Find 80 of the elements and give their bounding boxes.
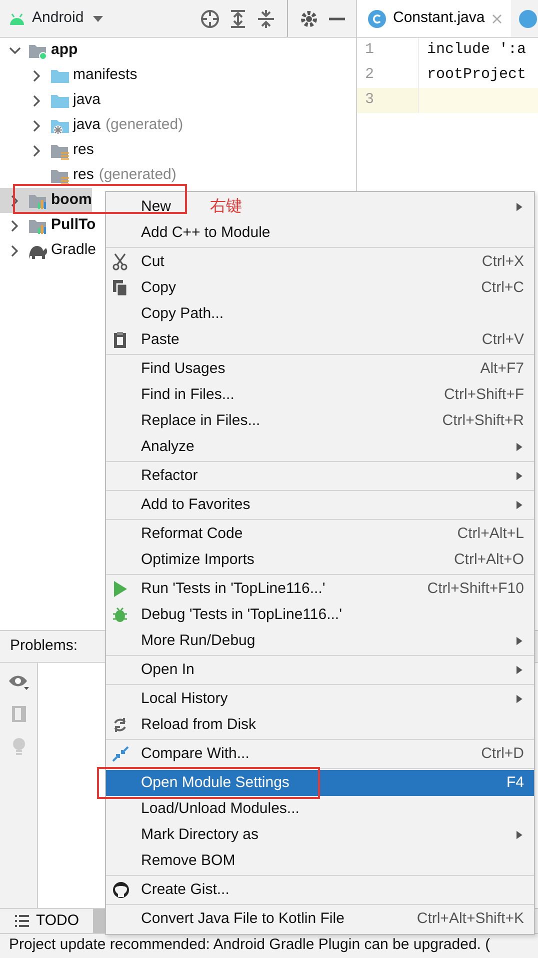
tree-row[interactable]: PullTo xyxy=(0,213,96,238)
tree-note: (generated) xyxy=(106,115,184,136)
tree-label: java xyxy=(73,90,101,110)
tree-row[interactable]: Gradle xyxy=(0,238,96,263)
shortcut-label: Ctrl+Alt+Shift+K xyxy=(416,908,524,929)
menu-item[interactable]: Copy Path... xyxy=(106,301,534,327)
shortcut-label: Ctrl+Shift+R xyxy=(442,410,524,431)
compare-arrows-icon xyxy=(112,745,130,763)
tree-note: (generated) xyxy=(98,165,176,186)
tree-label: manifests xyxy=(73,65,138,86)
menu-item[interactable]: Find in Files... Ctrl+Shift+F xyxy=(106,382,534,408)
menu-item[interactable]: Cut Ctrl+X xyxy=(106,249,534,275)
menu-item[interactable]: Local History xyxy=(106,686,534,712)
menu-item[interactable]: Replace in Files... Ctrl+Shift+R xyxy=(106,408,534,434)
bug-icon xyxy=(112,606,130,624)
scissors-icon xyxy=(112,253,130,271)
menu-item[interactable]: Refactor xyxy=(106,463,534,489)
menu-item[interactable]: Reload from Disk xyxy=(106,712,534,738)
shortcut-label: Ctrl+Alt+O xyxy=(454,550,524,570)
menu-item[interactable]: Remove BOM xyxy=(106,848,534,874)
tree-row[interactable]: java xyxy=(0,88,101,113)
list-icon xyxy=(14,914,30,928)
tree-label: PullTo xyxy=(51,215,96,236)
tree-label: java xyxy=(73,115,101,136)
shortcut-label: Ctrl+D xyxy=(481,744,524,764)
tree-row[interactable]: boom xyxy=(0,188,92,213)
view-dropdown[interactable]: Android xyxy=(32,7,104,30)
class-icon xyxy=(518,8,538,28)
shortcut-label: Ctrl+C xyxy=(481,278,524,298)
menu-item[interactable]: Load/Unload Modules... xyxy=(106,796,534,822)
menu-item[interactable]: Find Usages Alt+F7 xyxy=(106,356,534,382)
collapse-all-icon[interactable] xyxy=(255,8,277,30)
annotation-text: 右键 xyxy=(210,197,242,217)
shortcut-label: Ctrl+Alt+L xyxy=(457,524,524,544)
class-icon xyxy=(367,8,387,28)
menu-item[interactable]: Open In xyxy=(106,657,534,683)
code-line: include ':a xyxy=(426,40,526,60)
line-number: 3 xyxy=(357,88,419,113)
line-number: 1 xyxy=(357,38,419,63)
shortcut-label: Ctrl+V xyxy=(482,330,524,350)
shortcut-label: Ctrl+Shift+F10 xyxy=(427,578,524,599)
menu-item[interactable]: Add C++ to Module xyxy=(106,220,534,246)
menu-item[interactable]: Paste Ctrl+V xyxy=(106,327,534,353)
status-message: Project update recommended: Android Gradle Plugin can be upgraded. ( xyxy=(9,934,490,954)
tree-label: boom xyxy=(51,190,92,210)
menu-item[interactable]: Reformat Code Ctrl+Alt+L xyxy=(106,521,534,547)
android-icon xyxy=(8,12,26,26)
menu-item[interactable]: Add to Favorites xyxy=(106,492,534,518)
menu-item[interactable]: Debug 'Tests in 'TopLine116...' xyxy=(106,602,534,628)
menu-item[interactable]: Create Gist... xyxy=(106,877,534,903)
tree-label: res xyxy=(73,165,94,186)
tree-label: Gradle xyxy=(51,240,96,260)
menu-item[interactable]: Compare With... Ctrl+D xyxy=(106,741,534,767)
menu-item[interactable]: Optimize Imports Ctrl+Alt+O xyxy=(106,547,534,573)
shortcut-label: Ctrl+X xyxy=(482,252,524,272)
menu-item[interactable]: Mark Directory as xyxy=(106,822,534,848)
eye-icon[interactable] xyxy=(8,673,30,691)
shortcut-label: F4 xyxy=(506,772,524,793)
tree-label: app xyxy=(51,40,78,60)
menu-item[interactable]: Open Module Settings F4 xyxy=(106,770,534,796)
tree-label: res xyxy=(73,140,94,160)
tree-row[interactable]: manifests xyxy=(0,63,138,88)
tree-row[interactable]: java (generated) xyxy=(0,113,184,138)
menu-item[interactable]: Run 'Tests in 'TopLine116...' Ctrl+Shift+F10 xyxy=(106,576,534,602)
caret-icon xyxy=(92,14,104,22)
editor-tab[interactable]: Constant.java xyxy=(357,0,511,37)
menu-item[interactable]: Copy Ctrl+C xyxy=(106,275,534,301)
locate-icon[interactable] xyxy=(199,8,221,30)
menu-item[interactable]: Analyze xyxy=(106,434,534,460)
menu-item[interactable]: More Run/Debug xyxy=(106,628,534,654)
code-line: rootProject xyxy=(426,65,526,86)
menu-item[interactable]: Convert Java File to Kotlin File Ctrl+Alt+Shift+K xyxy=(106,906,534,932)
shortcut-label: Ctrl+Shift+F xyxy=(444,384,524,405)
github-icon xyxy=(112,881,130,899)
shortcut-label: Alt+F7 xyxy=(480,358,524,379)
tree-row[interactable]: res (generated) xyxy=(0,163,176,188)
panel-title: Problems: xyxy=(10,636,78,656)
tool-tab[interactable]: TODO xyxy=(0,909,94,933)
tree-row[interactable]: res xyxy=(0,138,94,163)
tree-row[interactable]: app xyxy=(0,38,78,63)
